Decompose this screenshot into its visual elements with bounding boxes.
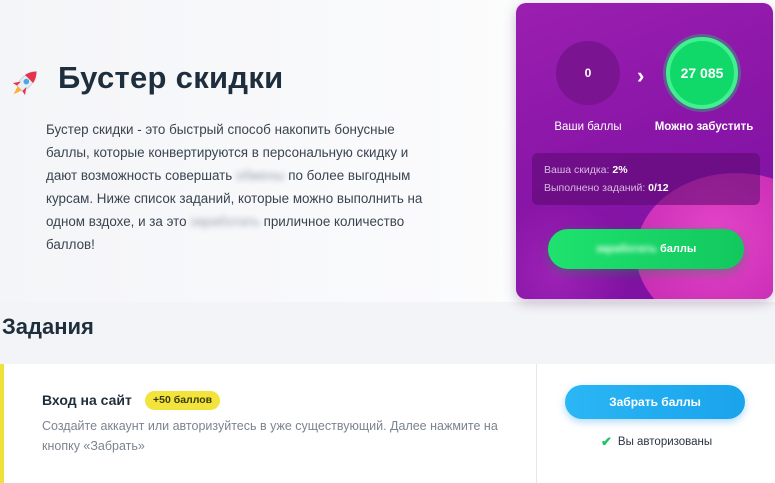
booster-card: 0 › 27 085 Ваши баллы Можно забустить Ва… <box>516 3 773 299</box>
stats-box: Ваша скидка: 2% Выполнено заданий: 0/12 <box>532 153 760 205</box>
description-blurred-2: заработать <box>190 214 260 229</box>
boost-value: 27 085 <box>680 65 724 81</box>
claim-points-button[interactable]: Забрать баллы <box>565 385 745 419</box>
earn-button-label: баллы <box>656 243 697 255</box>
score-value: 0 <box>584 66 592 80</box>
task-title: Вход на сайт <box>42 392 132 408</box>
page-description: Бустер скидки - это быстрый способ накоп… <box>46 118 436 256</box>
earn-points-button[interactable]: заработать баллы <box>548 229 744 269</box>
discount-label: Ваша скидка: <box>544 164 610 176</box>
check-icon: ✔ <box>601 434 612 449</box>
boost-circle: 27 085 <box>666 37 738 109</box>
score-circle: 0 <box>556 41 620 105</box>
discount-value: 2% <box>612 164 628 176</box>
divider <box>536 364 537 483</box>
description-blurred-1: обмены <box>235 168 285 183</box>
task-description: Создайте аккаунт или авторизуйтесь в уже… <box>42 419 498 453</box>
discount-row: Ваша скидка: 2% <box>544 161 748 179</box>
auth-status-text: Вы авторизованы <box>617 436 713 448</box>
auth-status: ✔ Вы авторизованы <box>601 434 712 450</box>
rocket-icon <box>12 71 37 96</box>
task-card: Вход на сайт +50 баллов Создайте аккаунт… <box>0 364 775 483</box>
done-row: Выполнено заданий: 0/12 <box>544 179 748 197</box>
tasks-heading: Задания <box>2 314 94 339</box>
chevron-right-icon: › <box>637 63 645 88</box>
score-label: Ваши баллы <box>554 121 622 133</box>
earn-button-blurred: заработать <box>595 243 657 255</box>
done-value: 0/12 <box>648 182 669 194</box>
page-title: Бустер скидки <box>58 60 284 95</box>
boost-label: Можно забустить <box>654 121 754 133</box>
task-points-badge: +50 баллов <box>145 391 221 410</box>
done-label: Выполнено заданий: <box>544 182 646 194</box>
